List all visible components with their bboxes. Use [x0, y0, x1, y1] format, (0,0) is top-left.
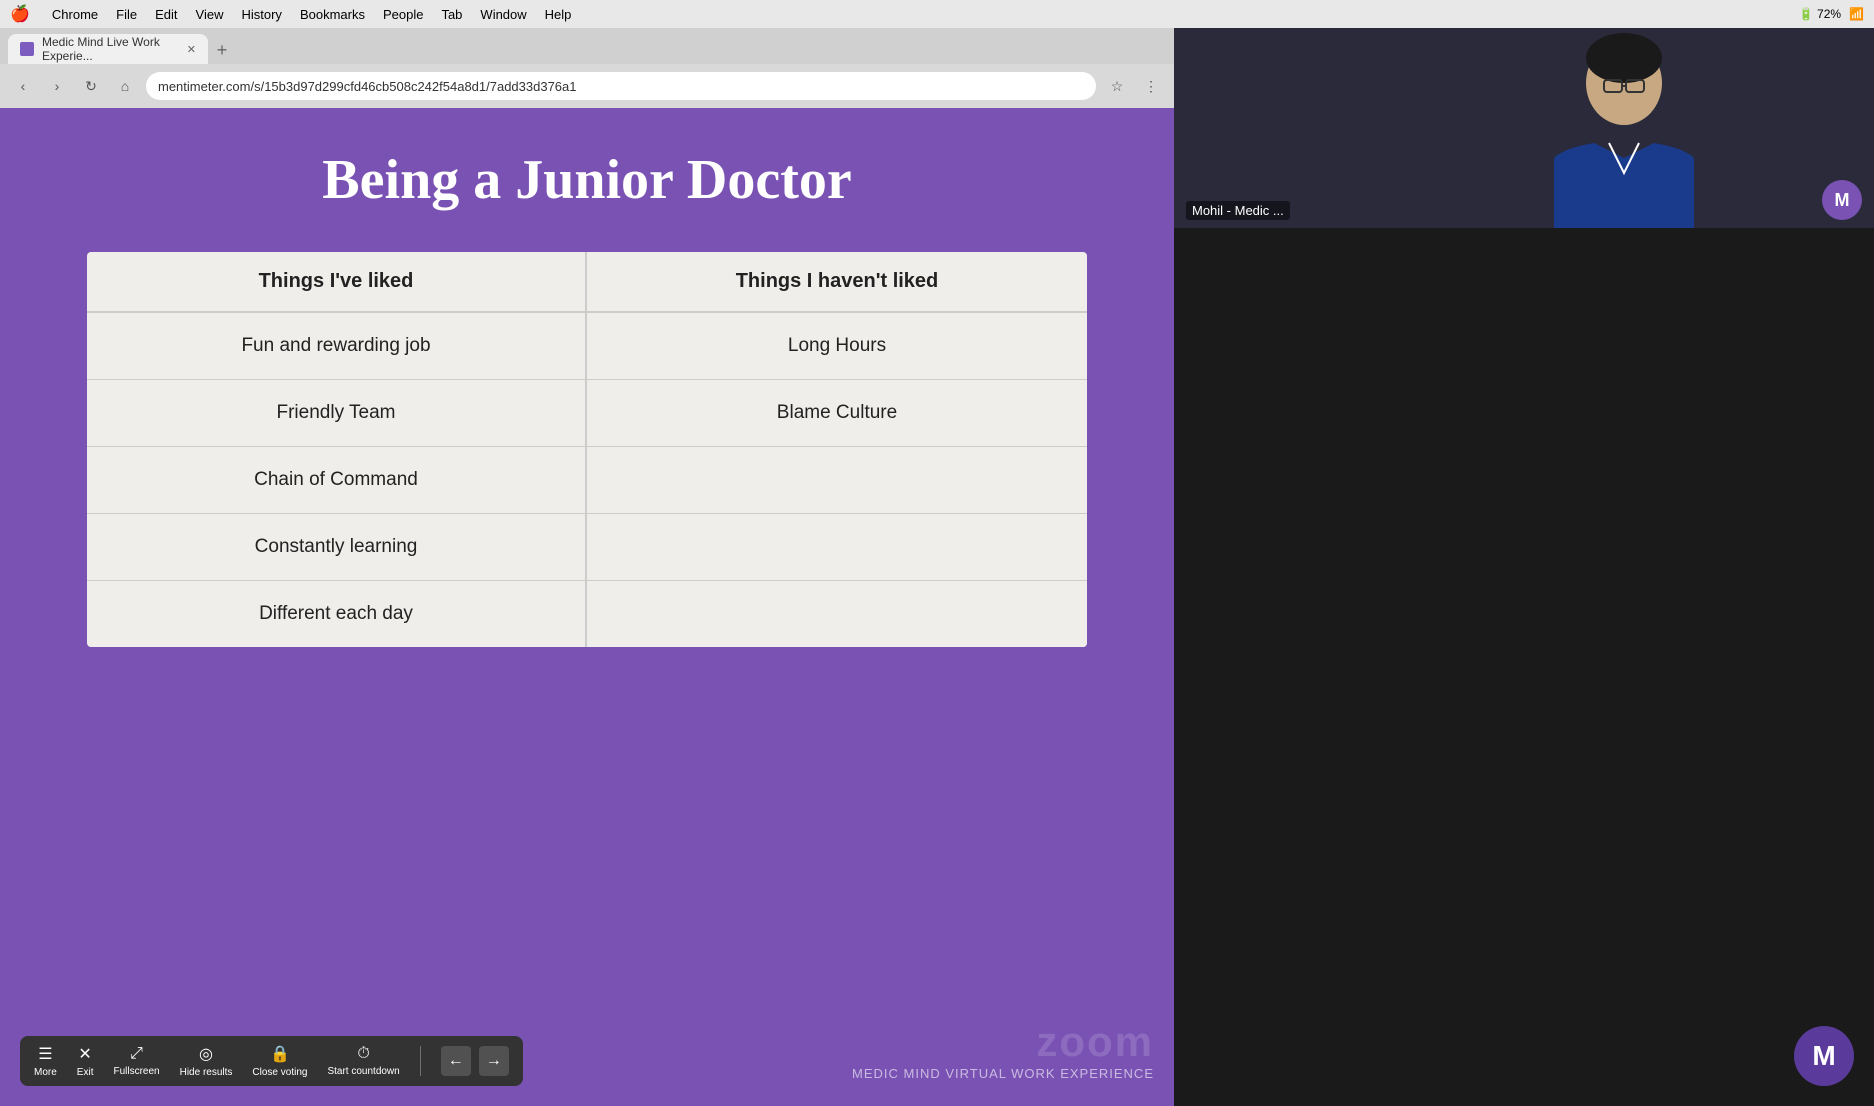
not-liked-column-header: Things I haven't liked	[587, 252, 1087, 311]
exit-icon: ✕	[78, 1044, 91, 1064]
hide-results-icon: ◎	[199, 1044, 213, 1064]
more-label: More	[34, 1067, 57, 1078]
more-icon: ☰	[38, 1044, 52, 1064]
close-voting-label: Close voting	[252, 1067, 307, 1078]
table-body: Fun and rewarding job Long Hours Friendl…	[87, 313, 1087, 647]
zoom-avatar: M	[1794, 1026, 1854, 1086]
macos-menubar: 🍎 Chrome File Edit View History Bookmark…	[0, 0, 1874, 28]
history-menu[interactable]: History	[241, 7, 281, 22]
people-menu[interactable]: People	[383, 7, 423, 22]
wifi-icon: 📶	[1849, 7, 1864, 21]
liked-item-1: Fun and rewarding job	[87, 313, 587, 380]
not-liked-item-4	[587, 514, 1087, 581]
url-input[interactable]: mentimeter.com/s/15b3d97d299cfd46cb508c2…	[146, 72, 1096, 100]
slide-title: Being a Junior Doctor	[322, 148, 851, 212]
file-menu[interactable]: File	[116, 7, 137, 22]
more-button[interactable]: ☰ More	[34, 1044, 57, 1078]
video-background	[1174, 28, 1874, 228]
edit-menu[interactable]: Edit	[155, 7, 177, 22]
bottom-toolbar: ☰ More ✕ Exit ⤢ Fullscreen ◎ Hide result…	[20, 1036, 523, 1086]
not-liked-item-5	[587, 581, 1087, 647]
tab-title: Medic Mind Live Work Experie...	[42, 35, 175, 63]
close-voting-icon: 🔒	[270, 1044, 290, 1064]
tab-menu[interactable]: Tab	[441, 7, 462, 22]
refresh-button[interactable]: ↻	[78, 73, 104, 99]
bottom-branding: zoom MEDIC MIND VIRTUAL WORK EXPERIENCE	[852, 1018, 1154, 1081]
fullscreen-button[interactable]: ⤢ Fullscreen	[113, 1045, 159, 1077]
battery-icon: 🔋 72%	[1799, 7, 1841, 21]
not-liked-item-2: Blame Culture	[587, 380, 1087, 447]
next-slide-button[interactable]: →	[479, 1046, 509, 1076]
start-countdown-button[interactable]: ⏱ Start countdown	[327, 1045, 399, 1077]
toolbar-divider	[420, 1046, 421, 1076]
chrome-menu[interactable]: Chrome	[52, 7, 98, 22]
fullscreen-icon: ⤢	[130, 1045, 143, 1063]
toolbar-navigation: ← →	[441, 1046, 509, 1076]
video-container: Mohil - Medic ... M	[1174, 28, 1874, 228]
exit-button[interactable]: ✕ Exit	[77, 1044, 94, 1078]
browser-wrapper: Medic Mind Live Work Experie... ✕ + ‹ › …	[0, 28, 1174, 1106]
table-header: Things I've liked Things I haven't liked	[87, 252, 1087, 313]
browser-content: Being a Junior Doctor Things I've liked …	[0, 108, 1174, 1106]
back-button[interactable]: ‹	[10, 73, 36, 99]
home-button[interactable]: ⌂	[112, 73, 138, 99]
apple-menu[interactable]: 🍎	[10, 4, 30, 24]
help-menu[interactable]: Help	[545, 7, 572, 22]
bookmark-button[interactable]: ☆	[1104, 73, 1130, 99]
active-tab[interactable]: Medic Mind Live Work Experie... ✕	[8, 34, 208, 64]
view-menu[interactable]: View	[196, 7, 224, 22]
main-layout: Medic Mind Live Work Experie... ✕ + ‹ › …	[0, 28, 1874, 1106]
bookmarks-menu[interactable]: Bookmarks	[300, 7, 365, 22]
liked-item-4: Constantly learning	[87, 514, 587, 581]
menubar-right: 🔋 72% 📶	[1799, 7, 1864, 21]
tab-favicon	[20, 42, 34, 56]
medic-mind-branding: MEDIC MIND VIRTUAL WORK EXPERIENCE	[852, 1066, 1154, 1081]
not-liked-item-1: Long Hours	[587, 313, 1087, 380]
exit-label: Exit	[77, 1067, 94, 1078]
new-tab-button[interactable]: +	[208, 36, 236, 64]
countdown-icon: ⏱	[357, 1045, 369, 1063]
video-participant-label: Mohil - Medic ...	[1186, 201, 1290, 220]
zoom-panel: Mohil - Medic ... M M	[1174, 28, 1874, 1106]
address-bar: ‹ › ↻ ⌂ mentimeter.com/s/15b3d97d299cfd4…	[0, 64, 1174, 108]
countdown-label: Start countdown	[327, 1066, 399, 1077]
zoom-panel-content: M	[1174, 228, 1874, 1106]
close-voting-button[interactable]: 🔒 Close voting	[252, 1044, 307, 1078]
liked-item-3: Chain of Command	[87, 447, 587, 514]
avatar: M	[1822, 180, 1862, 220]
liked-item-2: Friendly Team	[87, 380, 587, 447]
hide-results-button[interactable]: ◎ Hide results	[180, 1044, 233, 1078]
zoom-logo: zoom	[852, 1018, 1154, 1066]
hide-results-label: Hide results	[180, 1067, 233, 1078]
comparison-table: Things I've liked Things I haven't liked…	[87, 252, 1087, 647]
url-text: mentimeter.com/s/15b3d97d299cfd46cb508c2…	[158, 79, 577, 94]
window-menu[interactable]: Window	[480, 7, 526, 22]
not-liked-item-3	[587, 447, 1087, 514]
tab-bar: Medic Mind Live Work Experie... ✕ +	[0, 28, 1174, 64]
forward-button[interactable]: ›	[44, 73, 70, 99]
settings-button[interactable]: ⋮	[1138, 73, 1164, 99]
liked-column-header: Things I've liked	[87, 252, 587, 311]
liked-item-5: Different each day	[87, 581, 587, 647]
prev-slide-button[interactable]: ←	[441, 1046, 471, 1076]
fullscreen-label: Fullscreen	[113, 1066, 159, 1077]
tab-close-button[interactable]: ✕	[187, 43, 196, 56]
